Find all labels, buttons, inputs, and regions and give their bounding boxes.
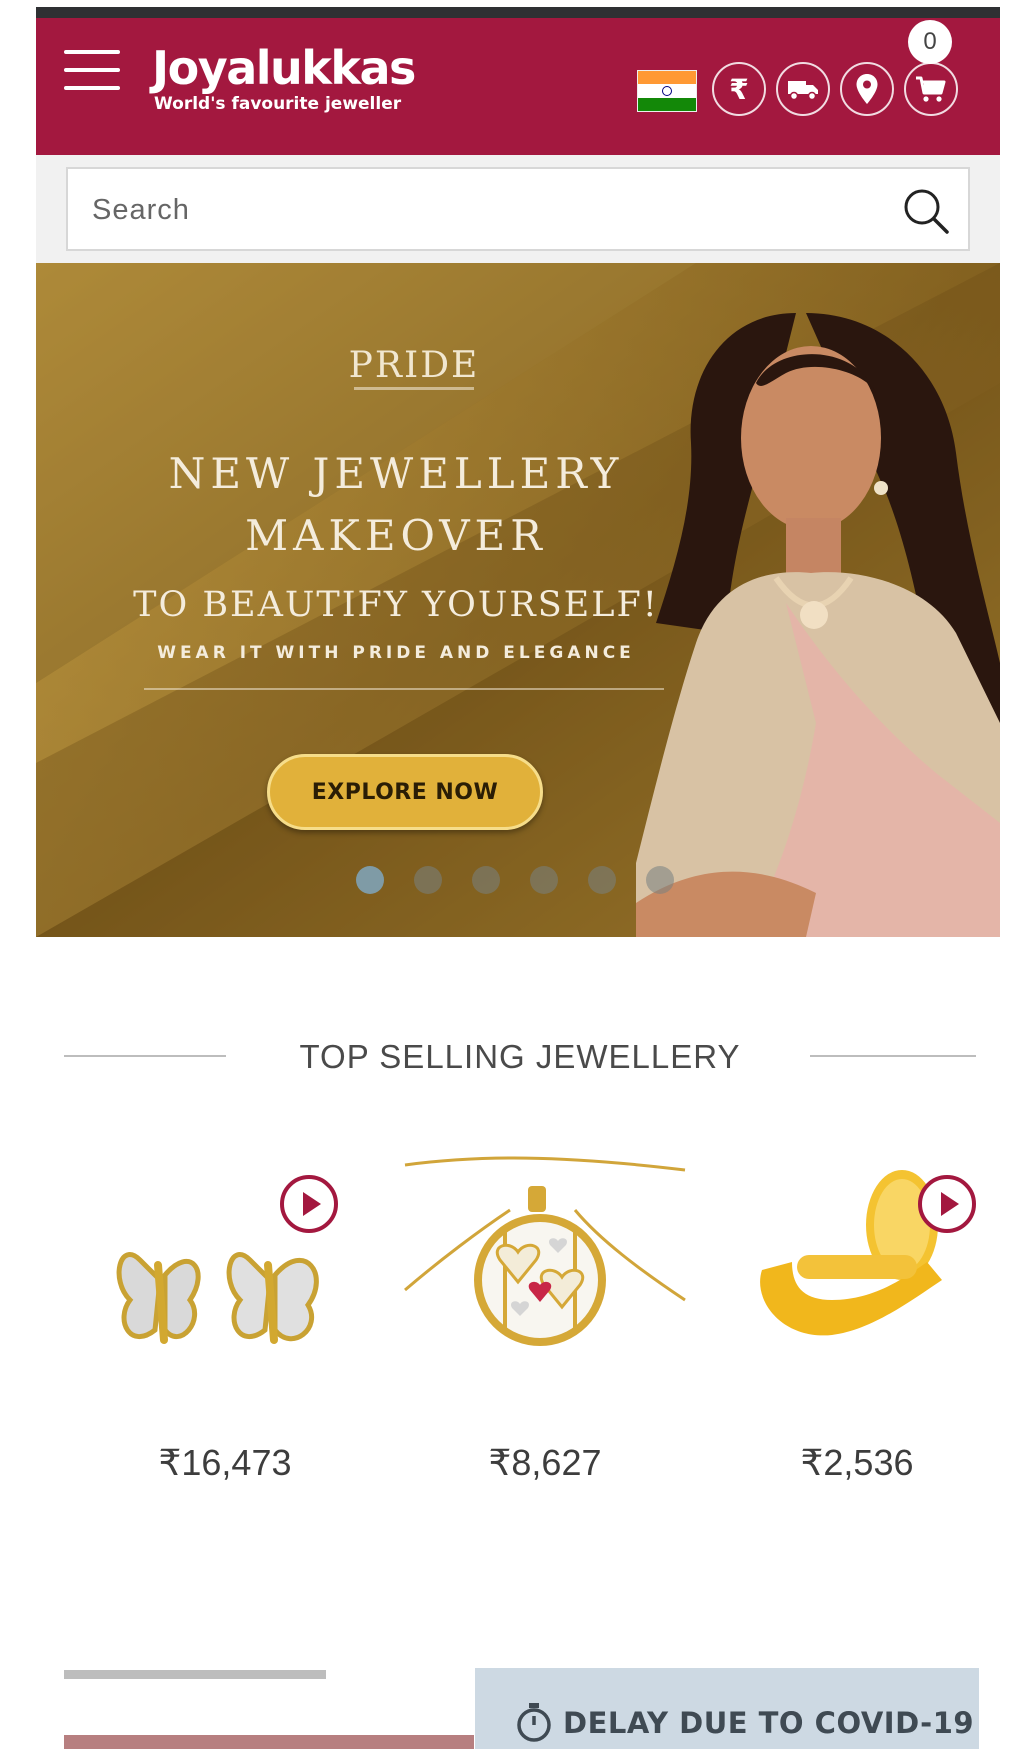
cart-button[interactable]: [904, 62, 958, 116]
brand-name: Joyalukkas: [152, 41, 416, 95]
section-divider-bar: [64, 1670, 326, 1679]
brand-logo[interactable]: Joyalukkas World's favourite jeweller: [152, 41, 416, 114]
top-header: Joyalukkas World's favourite jeweller ₹: [36, 18, 1000, 155]
brand-tagline: World's favourite jeweller: [154, 94, 402, 114]
carousel-dot-2[interactable]: [414, 866, 442, 894]
cart-count-badge: 0: [908, 20, 952, 64]
store-locator-button[interactable]: [840, 62, 894, 116]
play-video-icon[interactable]: [918, 1175, 976, 1233]
covid-delay-text: DELAY DUE TO COVID-19: [563, 1706, 975, 1740]
hero-banner[interactable]: PRIDE NEW JEWELLERY MAKEOVER TO BEAUTIFY…: [36, 263, 1000, 937]
location-pin-icon: [856, 74, 878, 104]
banner-headline-1: NEW JEWELLERY: [168, 449, 624, 498]
rupee-icon: ₹: [729, 72, 749, 106]
product-price: ₹8,627: [488, 1442, 602, 1483]
banner-subline: WEAR IT WITH PRIDE AND ELEGANCE: [157, 643, 635, 663]
carousel-dot-6[interactable]: [646, 866, 674, 894]
product-card-3[interactable]: ₹2,536: [712, 1150, 1002, 1483]
search-box: [66, 167, 970, 251]
carousel-dot-4[interactable]: [530, 866, 558, 894]
delivery-truck-icon: [788, 81, 818, 101]
banner-divider: [144, 688, 664, 690]
cart-icon: [916, 76, 946, 102]
heart-pendant-necklace-image: [404, 1156, 686, 1346]
carousel-dots: [356, 866, 674, 896]
play-video-icon[interactable]: [280, 1175, 338, 1233]
carousel-dot-1[interactable]: [356, 866, 384, 894]
search-input[interactable]: [90, 187, 874, 233]
banner-headline-3: TO BEAUTIFY YOURSELF!: [133, 585, 659, 625]
model-photo: [636, 313, 1000, 937]
search-bar: [36, 155, 1000, 263]
status-strip: [36, 7, 1000, 18]
product-price: ₹16,473: [158, 1442, 292, 1483]
carousel-dot-5[interactable]: [588, 866, 616, 894]
carousel-dot-3[interactable]: [472, 866, 500, 894]
top-selling-header: TOP SELLING JEWELLERY: [64, 1032, 976, 1082]
menu-icon[interactable]: [64, 50, 120, 90]
search-icon[interactable]: [902, 187, 950, 235]
banner-headline-2: MAKEOVER: [245, 511, 547, 560]
india-flag-icon[interactable]: [637, 70, 697, 112]
covid-delay-notice[interactable]: DELAY DUE TO COVID-19: [475, 1668, 979, 1749]
banner-brand: PRIDE: [348, 345, 480, 386]
product-card-2[interactable]: ₹8,627: [400, 1150, 690, 1483]
page: Joyalukkas World's favourite jeweller ₹: [0, 0, 1014, 1749]
product-card-1[interactable]: ₹16,473: [80, 1150, 370, 1483]
product-price: ₹2,536: [800, 1442, 914, 1483]
section-title: TOP SELLING JEWELLERY: [299, 1038, 741, 1075]
delivery-button[interactable]: [776, 62, 830, 116]
explore-now-button[interactable]: EXPLORE NOW: [267, 754, 543, 830]
rupee-button[interactable]: ₹: [712, 62, 766, 116]
banner-brand-underline: [354, 387, 474, 390]
promo-strip: [64, 1735, 474, 1749]
stopwatch-icon: [517, 1703, 551, 1742]
